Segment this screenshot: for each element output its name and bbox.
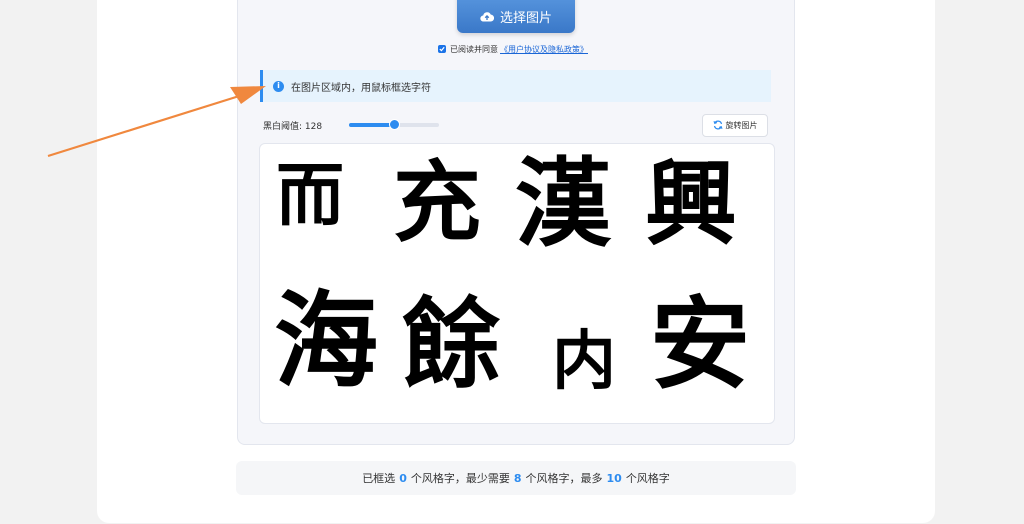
selection-status: 已框选 0 个风格字，最少需要 8 个风格字，最多 10 个风格字 [236,461,796,495]
info-icon: i [273,80,284,92]
status-text-2: 个风格字，最少需要 [410,472,510,485]
info-text: 在图片区域内，用鼠标框选字符 [291,82,431,94]
rotate-icon [712,120,723,132]
status-text-4: 个风格字 [625,472,670,485]
page: 选择图片 已阅读并同意 《用户协议及隐私政策》 i 在图片区域内，用鼠标框选字符… [0,0,1024,524]
rotate-image-label: 旋转图片 [725,121,758,130]
min-count: 8 [513,471,522,485]
calligraphy-char: 興 [645,150,738,258]
rotate-image-button[interactable]: 旋转图片 [702,114,768,137]
cloud-upload-icon [480,11,494,22]
calligraphy-char: 漢 [515,147,611,260]
agreement-link[interactable]: 《用户协议及隐私政策》 [500,44,588,55]
select-image-button[interactable]: 选择图片 [457,0,575,33]
threshold-label: 黑白阈值: 128 [263,122,323,132]
threshold-slider[interactable] [349,119,439,130]
calligraphy-char: 餘 [402,287,501,402]
calligraphy-char: 海 [274,279,379,402]
info-alert: i 在图片区域内，用鼠标框选字符 [260,70,771,102]
calligraphy-image-area[interactable]: 而 充 漢 興 海 餘 内 安 [259,143,775,424]
calligraphy-char: 充 [393,150,482,254]
status-text-3: 个风格字，最多 [525,472,603,485]
calligraphy-char: 内 [552,324,616,399]
agreement-checkbox[interactable] [438,45,446,53]
max-count: 10 [606,471,622,485]
calligraphy-char: 而 [276,156,345,236]
threshold-slider-fill [349,123,395,127]
calligraphy-char: 安 [650,285,750,403]
select-image-label: 选择图片 [499,11,552,26]
agreement-row: 已阅读并同意 《用户协议及隐私政策》 [438,42,588,56]
agreement-text: 已阅读并同意 [450,44,498,54]
status-text-1: 已框选 [362,472,396,485]
selected-count: 0 [399,471,407,485]
